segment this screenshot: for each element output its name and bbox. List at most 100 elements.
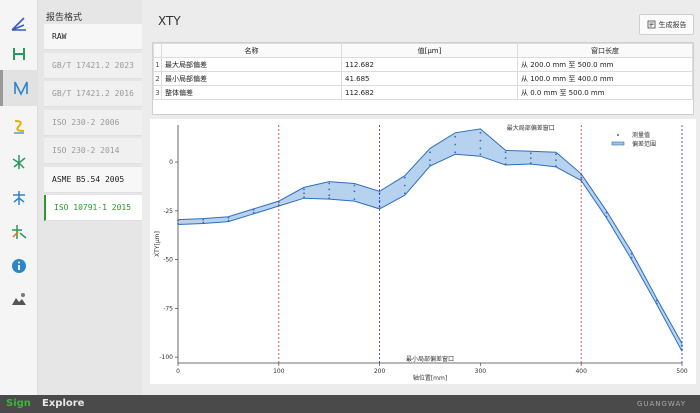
measured-point	[252, 208, 255, 211]
measured-point	[555, 153, 557, 156]
measured-point	[529, 157, 532, 160]
measured-point	[504, 157, 507, 160]
table-row[interactable]: 1 最大局部偏差 112.682 从 200.0 mm 至 500.0 mm	[153, 57, 693, 72]
measured-point	[328, 188, 331, 191]
measured-point	[202, 221, 205, 224]
row-number-header	[153, 43, 162, 58]
cell-name: 最小局部偏差	[161, 71, 342, 86]
legend-marker-measured	[617, 134, 619, 136]
measured-point	[177, 222, 179, 225]
environment-icon[interactable]	[7, 288, 31, 312]
cell-window: 从 0.0 mm 至 500.0 mm	[517, 85, 693, 100]
x-tick-label: 400	[575, 368, 587, 375]
measured-point	[479, 153, 482, 156]
measured-point	[454, 151, 457, 154]
y-tick-label: -50	[163, 257, 173, 264]
page-title: XTY	[158, 14, 181, 28]
measured-point	[429, 164, 431, 166]
measured-point	[529, 162, 532, 164]
x-axis-label: 轴位置[mm]	[413, 374, 447, 382]
column-header-value: 值[μm]	[341, 43, 518, 58]
main-area: XTY 生成报告 名称 值[μm] 窗口长度 1 最大局部偏差 112.682 从 2…	[142, 0, 700, 395]
squareness-icon[interactable]	[7, 150, 31, 174]
legend-marker-band	[611, 141, 625, 146]
measured-point	[479, 131, 482, 134]
measured-point	[605, 211, 608, 214]
legend-label-measured: 测量值	[632, 131, 650, 139]
measured-point	[353, 184, 356, 187]
cell-window: 从 200.0 mm 至 500.0 mm	[517, 57, 693, 72]
x-tick-label: 500	[676, 368, 688, 375]
column-header-window: 窗口长度	[517, 43, 693, 58]
measured-point	[353, 198, 356, 201]
cell-name: 最大局部偏差	[161, 57, 342, 72]
measured-point	[630, 256, 633, 259]
x-tick-label: 0	[176, 368, 180, 375]
results-table: 名称 值[μm] 窗口长度 1 最大局部偏差 112.682 从 200.0 mm 至…	[152, 42, 694, 115]
measured-point	[227, 216, 230, 219]
measured-point	[479, 139, 482, 142]
table-row[interactable]: 2 最小局部偏差 41.685 从 100.0 mm 至 400.0 mm	[153, 71, 693, 86]
window-label: 最小局部偏差窗口	[406, 355, 454, 363]
column-header-name: 名称	[161, 43, 342, 58]
info-icon[interactable]	[7, 254, 31, 278]
x-tick-label: 300	[475, 368, 487, 375]
x-tick-label: 200	[374, 368, 386, 375]
measured-point	[303, 196, 305, 199]
y-tick-label: 0	[169, 159, 173, 166]
company-name: GUANGWAY	[636, 400, 686, 408]
table-header-row: 名称 值[μm] 窗口长度	[153, 43, 693, 58]
measured-point	[303, 188, 305, 191]
bottom-bar: Sign Explore GUANGWAY	[0, 395, 700, 413]
measured-point	[429, 151, 431, 154]
deviation-band-lower-line	[177, 153, 683, 352]
rotary-icon[interactable]	[7, 220, 31, 244]
chart-panel: 0 100 200 300 400 500 0 -25 -50 -75 -100 轴位置[mm] XTY…	[150, 119, 696, 384]
y-tick-label: -75	[163, 305, 173, 312]
xty-chart: 0 100 200 300 400 500 0 -25 -50 -75 -100 轴位置[mm] XTY…	[154, 124, 688, 382]
cell-value: 112.682	[341, 85, 518, 100]
measured-point	[655, 299, 658, 302]
table-row[interactable]: 3 整体偏差 112.682 从 0.0 mm 至 500.0 mm	[153, 85, 693, 100]
measured-point	[454, 135, 457, 138]
measured-point	[328, 182, 331, 185]
cell-value: 41.685	[341, 71, 518, 86]
parallelism-icon[interactable]	[7, 186, 31, 210]
row-number: 2	[153, 71, 162, 86]
report-icon	[647, 20, 655, 29]
brand-logo-app: Explore	[42, 398, 85, 409]
measured-point	[202, 218, 205, 221]
measured-point	[555, 159, 557, 162]
measured-point	[655, 302, 658, 305]
y-tick-label: -25	[163, 208, 173, 215]
measured-point	[303, 192, 305, 195]
format-panel-title: 报告格式	[46, 13, 83, 23]
measured-point	[403, 184, 406, 187]
cell-name: 整体偏差	[161, 85, 342, 100]
angle-icon[interactable]	[7, 12, 31, 36]
y-tick-label: -100	[159, 354, 173, 361]
generate-report-button[interactable]: 生成报告	[639, 14, 694, 35]
straightness-icon[interactable]	[7, 42, 31, 66]
tool-sidebar	[0, 0, 38, 395]
measured-point	[479, 147, 482, 150]
x-tick-label: 100	[273, 368, 285, 375]
measured-point	[529, 152, 532, 155]
row-number: 3	[153, 85, 162, 100]
measured-point	[403, 176, 406, 179]
window-label: 最大局部偏差窗口	[507, 124, 555, 132]
deviation-band-area	[178, 128, 682, 352]
measured-point	[504, 151, 507, 154]
measured-point	[252, 211, 255, 214]
report-format-panel: 报告格式 RAW GB/T 17421.2 2023 GB/T 17421.2 20…	[38, 0, 178, 395]
measured-point	[555, 165, 557, 167]
measured-point	[177, 219, 179, 222]
row-number: 1	[153, 57, 162, 72]
measured-point	[328, 194, 331, 197]
pitch-icon[interactable]	[7, 114, 31, 138]
xty-icon[interactable]	[0, 70, 38, 106]
measured-point	[454, 143, 457, 146]
app-window: 报告格式 RAW GB/T 17421.2 2023 GB/T 17421.2 20…	[0, 0, 700, 413]
measured-point	[403, 192, 406, 195]
measured-point	[429, 159, 431, 162]
